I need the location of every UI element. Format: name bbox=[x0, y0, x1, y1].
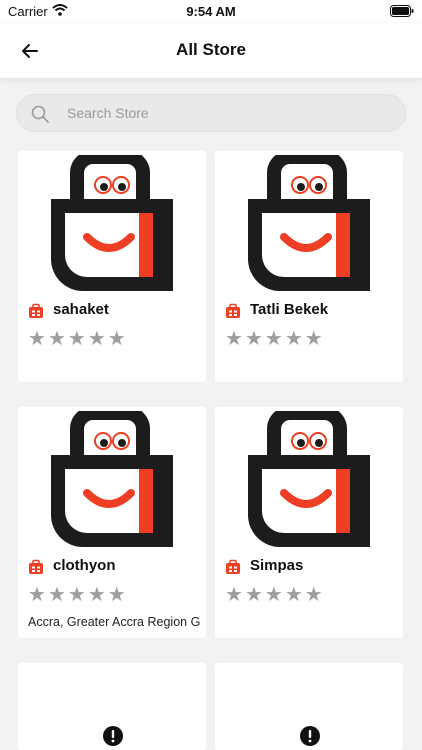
star-icon: ★ bbox=[225, 328, 243, 350]
star-icon: ★ bbox=[284, 328, 303, 350]
star-icon: ★ bbox=[67, 584, 86, 606]
store-card[interactable]: clothyon ★ ★ ★ ★ ★ Accra, Greater Accra Regi… bbox=[18, 407, 206, 638]
store-name-row: clothyon bbox=[28, 557, 204, 577]
store-badge-icon bbox=[28, 303, 44, 324]
star-icon: ★ bbox=[107, 328, 126, 350]
store-logo bbox=[246, 151, 372, 300]
store-rating: ★ ★ ★ ★ ★ bbox=[28, 329, 126, 349]
exclamation-circle-icon bbox=[299, 725, 321, 750]
store-card[interactable]: sahaket ★ ★ ★ ★ ★ bbox=[18, 151, 206, 382]
store-rating: ★ ★ ★ ★ ★ bbox=[225, 585, 323, 605]
store-logo bbox=[49, 151, 175, 300]
star-icon: ★ bbox=[304, 328, 323, 350]
store-card[interactable]: Simpas ★ ★ ★ ★ ★ bbox=[215, 407, 403, 638]
star-icon: ★ bbox=[47, 584, 66, 606]
app-bar: All Store bbox=[0, 24, 422, 78]
star-icon: ★ bbox=[244, 328, 263, 350]
store-badge-icon bbox=[225, 559, 241, 580]
store-name-row: Tatli Bekek bbox=[225, 301, 401, 321]
store-name: Simpas bbox=[250, 557, 304, 574]
search-bar[interactable] bbox=[16, 94, 406, 132]
store-name: Tatli Bekek bbox=[250, 301, 329, 318]
store-logo bbox=[49, 407, 175, 556]
store-name-row: sahaket bbox=[28, 301, 204, 321]
store-logo bbox=[246, 407, 372, 556]
store-card[interactable] bbox=[215, 663, 403, 750]
battery-icon bbox=[390, 5, 414, 20]
store-badge-icon bbox=[28, 559, 44, 580]
store-location: Accra, Greater Accra Region G bbox=[28, 615, 201, 629]
star-icon: ★ bbox=[87, 584, 106, 606]
star-icon: ★ bbox=[264, 584, 283, 606]
search-icon bbox=[31, 105, 49, 128]
status-bar: Carrier 9:54 AM bbox=[0, 0, 422, 24]
star-icon: ★ bbox=[264, 328, 283, 350]
star-icon: ★ bbox=[67, 328, 86, 350]
store-name: clothyon bbox=[53, 557, 116, 574]
star-icon: ★ bbox=[304, 584, 323, 606]
star-icon: ★ bbox=[87, 328, 106, 350]
search-input[interactable] bbox=[65, 95, 387, 131]
star-icon: ★ bbox=[28, 328, 46, 350]
star-icon: ★ bbox=[107, 584, 126, 606]
store-rating: ★ ★ ★ ★ ★ bbox=[28, 585, 126, 605]
store-name-row: Simpas bbox=[225, 557, 401, 577]
store-badge-icon bbox=[225, 303, 241, 324]
store-name: sahaket bbox=[53, 301, 109, 318]
exclamation-circle-icon bbox=[102, 725, 124, 750]
page-title: All Store bbox=[176, 40, 246, 59]
clock-time: 9:54 AM bbox=[186, 4, 236, 19]
star-icon: ★ bbox=[47, 328, 66, 350]
star-icon: ★ bbox=[28, 584, 46, 606]
store-card[interactable] bbox=[18, 663, 206, 750]
star-icon: ★ bbox=[244, 584, 263, 606]
store-card[interactable]: Tatli Bekek ★ ★ ★ ★ ★ bbox=[215, 151, 403, 382]
store-rating: ★ ★ ★ ★ ★ bbox=[225, 329, 323, 349]
star-icon: ★ bbox=[225, 584, 243, 606]
star-icon: ★ bbox=[284, 584, 303, 606]
